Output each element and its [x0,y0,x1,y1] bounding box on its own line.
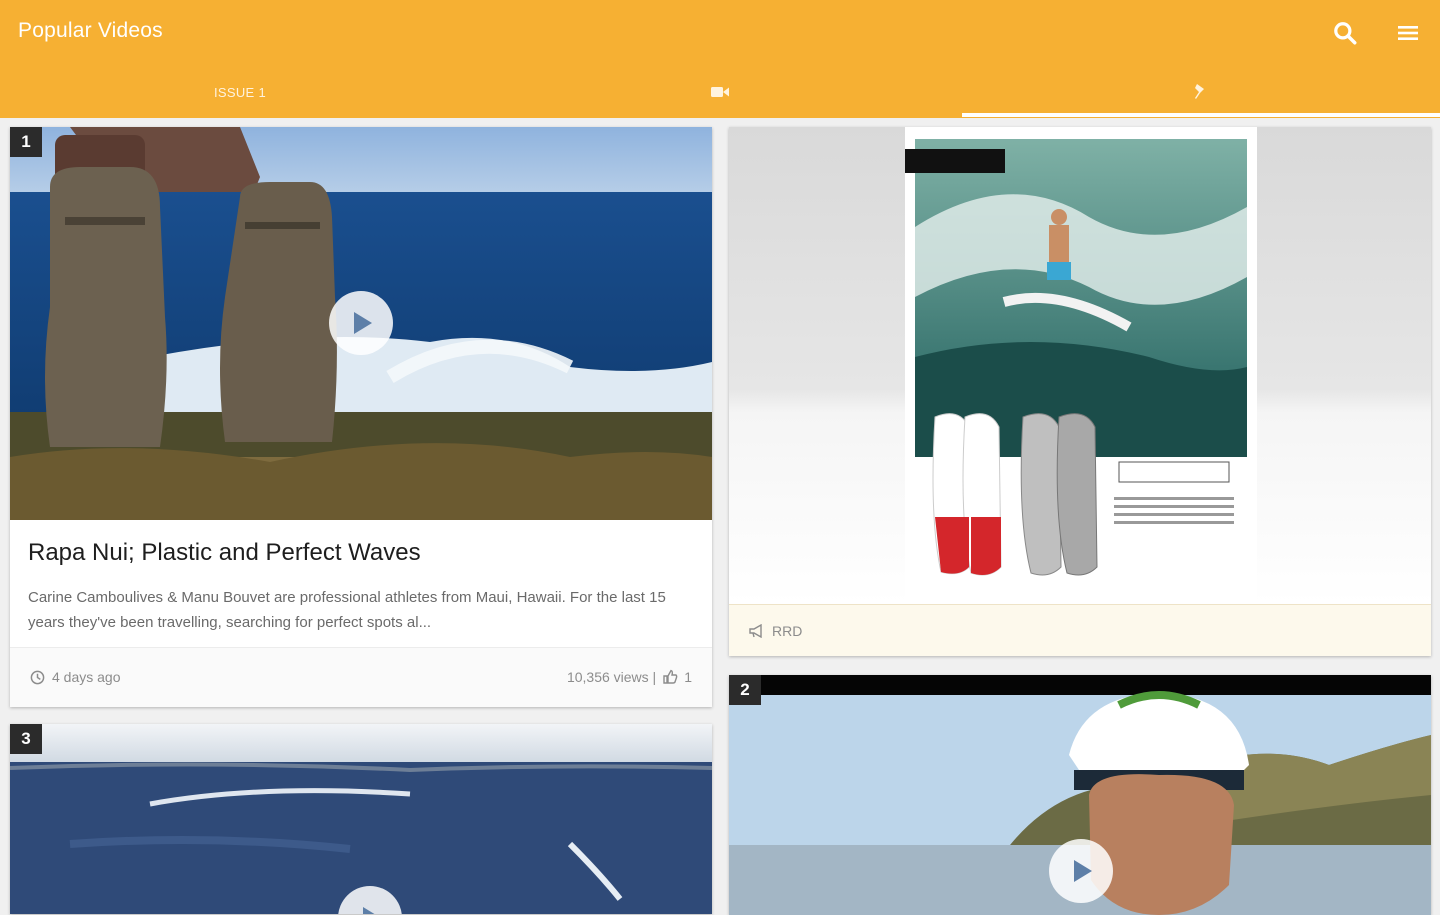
thumbs-up-icon[interactable] [662,669,678,685]
tab-videos[interactable] [480,66,960,118]
megaphone-icon [749,623,762,638]
view-count: 10,356 views | [566,669,657,685]
play-button[interactable] [1049,839,1113,903]
time-ago: 4 days ago [52,669,121,685]
app-bar: Popular Videos ISSUE 1 [0,0,1440,118]
video-card[interactable]: 3 [10,724,712,914]
post-time: 4 days ago [30,669,121,685]
active-tab-indicator [962,113,1440,117]
pin-icon [1195,84,1204,99]
tab-bar: ISSUE 1 [0,66,1440,118]
video-card[interactable]: 2 [729,675,1431,915]
sponsor-name: RRD [772,622,803,639]
clock-icon [30,670,45,684]
search-button[interactable] [1330,18,1360,48]
tab-issue-1[interactable]: ISSUE 1 [0,66,480,118]
video-stats: 10,356 views | 1 [567,669,692,685]
video-card[interactable]: 1 Rapa Nui; Plastic and Perfect Waves Ca… [10,127,712,707]
play-icon [363,907,375,914]
sponsored-card[interactable]: RRD [729,127,1431,656]
play-icon [1074,860,1092,882]
tab-pinned[interactable] [960,66,1440,118]
rank-badge: 2 [729,675,761,705]
video-camera-icon [711,87,729,97]
play-icon [354,312,372,334]
menu-icon [1398,26,1418,40]
menu-button[interactable] [1393,18,1423,48]
tab-label: ISSUE 1 [214,84,266,100]
ad-image [729,127,1431,604]
video-description: Carine Camboulives & Manu Bouvet are pro… [28,589,666,631]
page-title: Popular Videos [18,19,163,42]
video-thumbnail[interactable] [10,724,712,914]
rank-badge: 1 [10,127,42,157]
play-button[interactable] [329,291,393,355]
sponsor-bar[interactable]: RRD [729,604,1431,656]
card-footer: 4 days ago 10,356 views | 1 [10,647,712,707]
rank-badge: 3 [10,724,42,754]
like-count: 1 [684,669,692,685]
search-icon [1334,22,1357,45]
video-title[interactable]: Rapa Nui; Plastic and Perfect Waves [28,539,421,567]
